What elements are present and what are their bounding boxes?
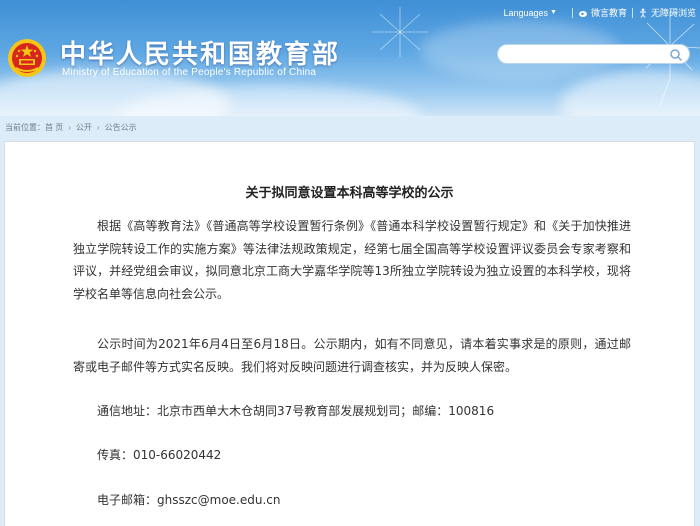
weibo-link[interactable]: 微言教育 [578,6,627,19]
breadcrumb-home[interactable]: 首 页 [45,122,63,133]
accessibility-label: 无障碍浏览 [650,8,696,18]
article-paragraph: 公示时间为2021年6月4日至6月18日。公示期内，如有不同意见，请本着实事求是… [73,337,631,374]
language-label: Languages [503,7,549,18]
article-panel: 关于拟同意设置本科高等学校的公示 根据《高等教育法》《普通高等学校设置暂行条例》… [4,141,695,526]
breadcrumb-announcements[interactable]: 公告公示 [105,122,137,133]
article-paragraph: 根据《高等教育法》《普通高等学校设置暂行条例》《普通本科学校设置暂行规定》和《关… [73,219,631,301]
weibo-label: 微言教育 [590,8,627,18]
breadcrumb: 当前位置： 首 页 › 公开 › 公告公示 [5,122,137,133]
breadcrumb-arrow-icon: › [68,123,71,132]
top-links: Languages ▼ 微言教育 无障碍浏览 [503,6,696,19]
site-title: 中华人民共和国教育部 [60,40,341,70]
divider [571,7,573,18]
contact-fax: 传真：010-66020442 [97,448,222,462]
national-emblem-icon [8,39,46,77]
breadcrumb-arrow-icon: › [96,123,100,132]
caret-down-icon: ▼ [550,9,557,16]
dandelion-decoration [372,7,428,57]
accessibility-icon [639,8,646,18]
language-switcher[interactable]: Languages ▼ [503,8,556,18]
breadcrumb-public[interactable]: 公开 [76,122,92,133]
breadcrumb-prefix: 当前位置： [5,123,45,132]
search-icon[interactable] [669,48,683,62]
article-title: 关于拟同意设置本科高等学校的公示 [245,186,454,201]
divider [631,7,633,18]
site-subtitle: Ministry of Education of the People's Re… [62,67,317,78]
contact-address: 通信地址：北京市西单大木仓胡同37号教育部发展规划司；邮编：100816 [97,404,495,418]
accessibility-link[interactable]: 无障碍浏览 [638,6,696,19]
contact-email: 电子邮箱：ghsszc@moe.edu.cn [97,493,281,507]
site-header: 中华人民共和国教育部 Ministry of Education of the … [0,0,700,116]
weibo-icon [578,10,587,17]
search-input[interactable] [497,44,690,64]
